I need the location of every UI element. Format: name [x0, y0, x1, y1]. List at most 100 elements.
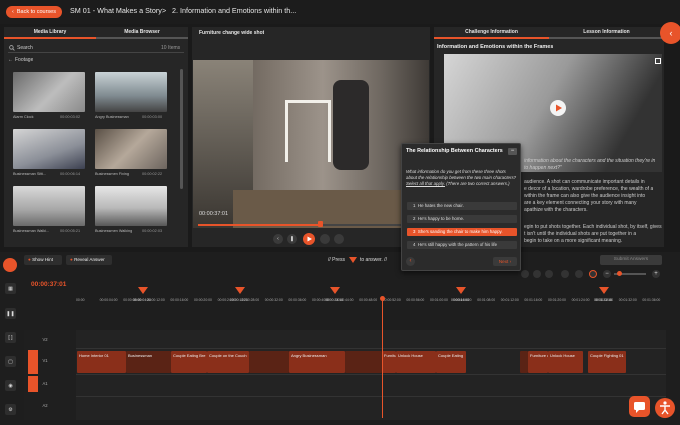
reveal-answer-button[interactable]: ● Reveal Answer	[66, 255, 112, 265]
track-divider	[76, 374, 666, 375]
media-item-name: Angry Businessman	[95, 115, 129, 119]
arrow-left-icon: ←	[8, 57, 13, 63]
ruler-tick-label: 00:00:48:00	[359, 298, 378, 302]
search-input[interactable]: Search	[17, 45, 33, 51]
tab-media-library[interactable]: Media Library	[4, 27, 96, 37]
tool-button[interactable]	[521, 270, 529, 278]
ruler-tick-label: 00:01:24:00	[571, 298, 590, 302]
tab-divider	[549, 37, 664, 39]
quiz-option-1[interactable]: 1 He hates the new chair.	[407, 202, 517, 210]
item-count: 10 Items	[161, 45, 181, 51]
thumbnail-angry-businessman[interactable]	[95, 72, 167, 112]
accessibility-button[interactable]	[655, 398, 675, 418]
chat-button[interactable]	[629, 396, 650, 417]
audio-source-patch[interactable]	[28, 376, 38, 392]
media-scrollbar[interactable]	[180, 69, 183, 189]
video-play-button[interactable]	[550, 100, 566, 116]
top-bar: ‹ Back to courses SM 01 - What Makes a S…	[0, 0, 680, 24]
timeline-marker[interactable]	[138, 287, 148, 294]
thumbnail-businessman-walking[interactable]	[13, 186, 85, 226]
timeline-clip[interactable]: Angry Businessman	[289, 351, 345, 373]
minimize-quiz-button[interactable]: −	[508, 148, 517, 155]
marker-time-label: 00:00:24:14	[325, 298, 343, 302]
quiz-option-4[interactable]: 4 He's still happy with the pattern of h…	[407, 241, 517, 249]
undo-button[interactable]	[561, 270, 569, 278]
submit-answers-button[interactable]: Submit Answers	[600, 255, 662, 265]
quiz-previous-button[interactable]: ‹	[406, 257, 415, 266]
timeline-clip[interactable]	[249, 351, 289, 373]
video-source-patch[interactable]	[28, 350, 38, 374]
back-to-courses-button[interactable]: ‹ Back to courses	[6, 6, 62, 18]
thumbnail-businessman-sitting[interactable]	[13, 129, 85, 169]
loop-button[interactable]	[334, 234, 344, 244]
video-frame[interactable]	[193, 60, 429, 228]
step-back-button[interactable]: ‹	[273, 234, 283, 244]
thumbnail-alarm-clock[interactable]	[13, 72, 85, 112]
timeline-clip[interactable]	[520, 351, 528, 373]
redo-button[interactable]	[575, 270, 583, 278]
show-hint-button[interactable]: ● Show Hint	[24, 255, 62, 265]
marker-time-label: 00:00:44:08	[451, 298, 469, 302]
active-tab-indicator	[434, 37, 549, 39]
slip-tool[interactable]: ▢	[5, 356, 16, 367]
thumbnail-businessmen-walking[interactable]	[95, 186, 167, 226]
step-forward-button[interactable]	[320, 234, 330, 244]
folder-breadcrumb[interactable]: ← Footage	[8, 57, 68, 64]
play-button[interactable]	[303, 233, 315, 245]
viewer-panel: Furniture change wide shot 00:00:37:01 ‹…	[192, 27, 430, 247]
quiz-option-3[interactable]: 3 She's sanding the chair to make him ha…	[407, 228, 517, 236]
razor-tool[interactable]: ❚❚	[5, 308, 16, 319]
timeline-marker[interactable]	[456, 287, 466, 294]
timeline-marker[interactable]	[599, 287, 609, 294]
timeline-clip[interactable]: Furniture chan	[382, 351, 396, 373]
tab-media-browser[interactable]: Media Browser	[96, 27, 188, 37]
tool-button[interactable]	[545, 270, 553, 278]
zoom-in-button[interactable]: +	[652, 270, 660, 278]
challenge-text-line: egin to put shots together. Each individ…	[524, 224, 662, 230]
press-instruction-prefix: // Press	[328, 257, 345, 263]
media-item-duration: 00:00:06:14	[60, 172, 81, 176]
timeline-marker[interactable]	[330, 287, 340, 294]
camera-icon: ◉	[8, 382, 13, 389]
timeline-clip[interactable]: Businessman	[126, 351, 171, 373]
record-button[interactable]	[3, 258, 17, 272]
timeline-ruler[interactable]: 00:00 00:00:04:00 00:00:08:00 00:00:12:00 00…	[76, 294, 666, 306]
magnet-button[interactable]	[589, 270, 597, 278]
quiz-next-button[interactable]: Next ›	[493, 257, 517, 266]
timeline-clip[interactable]: Couple Eating Bre	[171, 351, 207, 373]
timeline-clip[interactable]: Couple Fighting 01	[588, 351, 626, 373]
media-search[interactable]: Search 10 Items	[8, 44, 184, 53]
track-label-v1: V1	[42, 358, 48, 363]
zoom-out-button[interactable]: −	[603, 270, 611, 278]
collapse-panel-button[interactable]: ‹	[660, 22, 680, 44]
tab-lesson-information[interactable]: Lesson Information	[549, 27, 664, 37]
camera-tool[interactable]: ◉	[5, 380, 16, 391]
floor-shape	[233, 190, 423, 228]
viewer-progress	[198, 224, 318, 226]
course-title[interactable]: SM 01 - What Makes a Story	[70, 6, 162, 15]
timeline-clip[interactable]: Unlock House	[548, 351, 583, 373]
timeline-marker[interactable]	[235, 287, 245, 294]
timeline-clip[interactable]	[345, 351, 382, 373]
tab-challenge-information[interactable]: Challenge Information	[434, 27, 549, 37]
select-tool[interactable]: ▦	[5, 283, 16, 294]
ripple-tool[interactable]: [ ]	[5, 332, 16, 343]
ruler-tick-label: 00:01:36:00	[642, 298, 661, 302]
expand-icon[interactable]	[655, 58, 661, 64]
media-item-duration: 00:00:02:03	[142, 229, 163, 233]
timeline-clip[interactable]: Unlock House	[396, 351, 436, 373]
pause-icon: ❚❚	[6, 310, 15, 317]
settings-tool[interactable]: ⚙	[5, 404, 16, 415]
timeline-clip[interactable]: Couple Eating	[436, 351, 466, 373]
viewer-playhead[interactable]	[318, 221, 323, 227]
timeline-clip[interactable]: Couple on the Couch	[207, 351, 249, 373]
pause-button[interactable]: ❚	[287, 234, 297, 244]
timeline-playhead-line	[382, 300, 383, 418]
tool-button[interactable]	[533, 270, 541, 278]
thumbnail-businessmen-fixing[interactable]	[95, 129, 167, 169]
quiz-option-2[interactable]: 2 He's happy to be home.	[407, 215, 517, 223]
zoom-slider-handle[interactable]	[617, 271, 622, 276]
timeline-clip[interactable]: Furniture c	[528, 351, 548, 373]
track-headers	[24, 330, 76, 420]
timeline-clip[interactable]: Home Interior 01	[77, 351, 126, 373]
